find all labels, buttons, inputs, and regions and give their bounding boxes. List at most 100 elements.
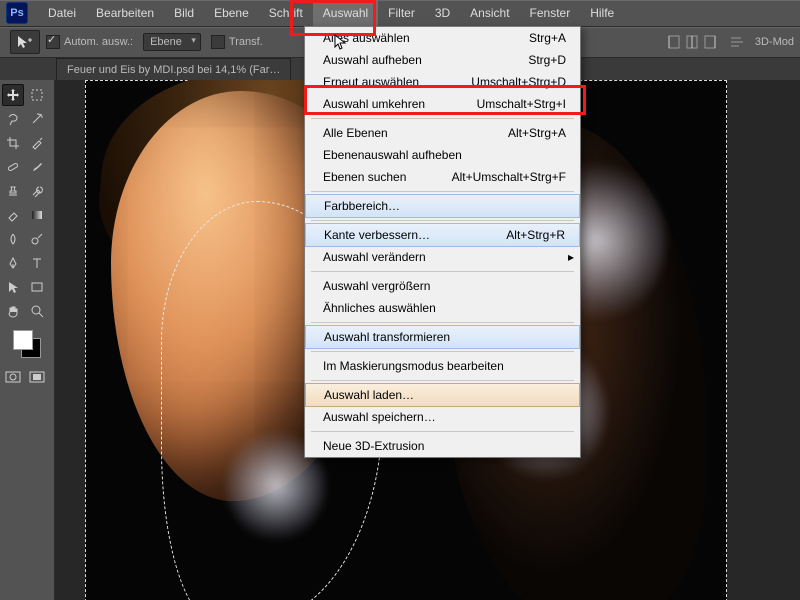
fg-color-swatch[interactable] [13, 330, 33, 350]
menubar: Ps DateiBearbeitenBildEbeneSchriftAuswah… [0, 0, 800, 27]
crop-icon [6, 136, 20, 150]
active-tool-icon[interactable] [10, 30, 40, 54]
menu-item[interactable]: Ebenenauswahl aufheben [305, 144, 580, 166]
menu-item-shortcut: Alt+Umschalt+Strg+F [452, 170, 566, 184]
tool-hand[interactable] [2, 300, 24, 322]
auto-select-label: Autom. ausw.: [64, 36, 133, 48]
menu-item[interactable]: Ebenen suchen Alt+Umschalt+Strg+F [305, 166, 580, 188]
menu-item[interactable]: Farbbereich… [305, 194, 580, 218]
tool-magic-wand[interactable] [26, 108, 48, 130]
menu-item-label: Erneut auswählen [323, 75, 419, 89]
tool-quickmask[interactable] [2, 366, 24, 388]
tool-dodge[interactable] [26, 228, 48, 250]
menu-separator [311, 220, 574, 221]
menu-separator [311, 380, 574, 381]
menu-item-label: Auswahl verändern [323, 250, 426, 264]
menu-item[interactable]: Im Maskierungsmodus bearbeiten [305, 355, 580, 377]
menu-item-label: Auswahl aufheben [323, 53, 422, 67]
align-buttons-icon[interactable] [667, 34, 747, 50]
menu-filter[interactable]: Filter [378, 0, 425, 26]
menu-item[interactable]: Alle EbenenAlt+Strg+A [305, 122, 580, 144]
menu-auswahl[interactable]: Auswahl [313, 0, 378, 26]
tool-history-brush[interactable] [26, 180, 48, 202]
blur-icon [6, 232, 20, 246]
tool-eraser[interactable] [2, 204, 24, 226]
menu-ansicht[interactable]: Ansicht [460, 0, 519, 26]
tool-type[interactable] [26, 252, 48, 274]
menu-item[interactable]: Auswahl umkehren Umschalt+Strg+I [305, 93, 580, 115]
tool-move[interactable] [2, 84, 24, 106]
cursor-icon [334, 34, 350, 50]
menu-item-shortcut: Alt+Strg+R [506, 228, 565, 242]
brush-icon [30, 160, 44, 174]
menu-item[interactable]: Auswahl verändern ▸ [305, 246, 580, 268]
tool-zoom[interactable] [26, 300, 48, 322]
dodge-icon [30, 232, 44, 246]
menu-item-label: Ebenen suchen [323, 170, 406, 184]
tool-marquee[interactable] [26, 84, 48, 106]
tool-eyedropper[interactable] [26, 132, 48, 154]
menu-hilfe[interactable]: Hilfe [580, 0, 624, 26]
menu-item-label: Ebenenauswahl aufheben [323, 148, 462, 162]
zoom-icon [30, 304, 44, 318]
menu-item-shortcut: Alt+Strg+A [508, 126, 566, 140]
auto-select-checkbox[interactable] [46, 35, 60, 49]
history-brush-icon [30, 184, 44, 198]
menu-separator [311, 351, 574, 352]
tool-healing[interactable] [2, 156, 24, 178]
arrow-icon [6, 280, 20, 294]
tool-crop[interactable] [2, 132, 24, 154]
tool-pen[interactable] [2, 252, 24, 274]
menu-item[interactable]: Kante verbessern… Alt+Strg+R [305, 223, 580, 247]
menu-bearbeiten[interactable]: Bearbeiten [86, 0, 164, 26]
tool-brush[interactable] [26, 156, 48, 178]
eyedropper-icon [30, 136, 44, 150]
menu-item[interactable]: Auswahl aufheben Strg+D [305, 49, 580, 71]
menu-item-shortcut: Strg+D [528, 53, 566, 67]
menu-ebene[interactable]: Ebene [204, 0, 259, 26]
tool-path-select[interactable] [2, 276, 24, 298]
menu-bild[interactable]: Bild [164, 0, 204, 26]
document-tab[interactable]: Feuer und Eis by MDI.psd bei 14,1% (Far… [56, 58, 291, 81]
menu-item-label: Ähnliches auswählen [323, 301, 436, 315]
show-transform-checkbox[interactable] [211, 35, 225, 49]
tool-blur[interactable] [2, 228, 24, 250]
menu-item[interactable]: Ähnliches auswählen [305, 297, 580, 319]
menu-item[interactable]: Auswahl transformieren [305, 325, 580, 349]
type-icon [30, 256, 44, 270]
menu-item[interactable]: Erneut auswählenUmschalt+Strg+D [305, 71, 580, 93]
menu-item[interactable]: Auswahl speichern… [305, 406, 580, 428]
auto-select-target-combo[interactable]: Ebene [143, 33, 201, 51]
menu-item-label: Neue 3D-Extrusion [323, 439, 424, 453]
gradient-icon [30, 208, 44, 222]
menu-datei[interactable]: Datei [38, 0, 86, 26]
menu-separator [311, 431, 574, 432]
menu-item[interactable]: Neue 3D-Extrusion [305, 435, 580, 457]
menu-separator [311, 118, 574, 119]
menu-separator [311, 191, 574, 192]
menu-3d[interactable]: 3D [425, 0, 460, 26]
tool-shape[interactable] [26, 276, 48, 298]
menu-item[interactable]: Auswahl laden… [305, 383, 580, 407]
tool-gradient[interactable] [26, 204, 48, 226]
menu-fenster[interactable]: Fenster [520, 0, 581, 26]
menu-item-label: Farbbereich… [324, 199, 400, 213]
tool-screenmode[interactable] [26, 366, 48, 388]
menu-item-label: Kante verbessern… [324, 228, 430, 242]
tool-stamp[interactable] [2, 180, 24, 202]
rectangle-icon [30, 280, 44, 294]
menu-item-label: Auswahl vergrößern [323, 279, 430, 293]
selection-menu-dropdown: Alles auswählenStrg+AAuswahl aufhebenStr… [304, 26, 581, 458]
menu-item[interactable]: Auswahl vergrößern [305, 275, 580, 297]
color-swatches[interactable] [13, 330, 41, 358]
eraser-icon [6, 208, 20, 222]
menu-item-label: Auswahl umkehren [323, 97, 425, 111]
menu-item-label: Auswahl speichern… [323, 410, 436, 424]
submenu-arrow-icon: ▸ [568, 250, 574, 264]
menu-schrift[interactable]: Schrift [259, 0, 313, 26]
show-transform-label: Transf. [229, 36, 263, 48]
tool-lasso[interactable] [2, 108, 24, 130]
lasso-icon [6, 112, 20, 126]
menu-item-shortcut: Umschalt+Strg+I [477, 97, 566, 111]
wand-icon [30, 112, 44, 126]
